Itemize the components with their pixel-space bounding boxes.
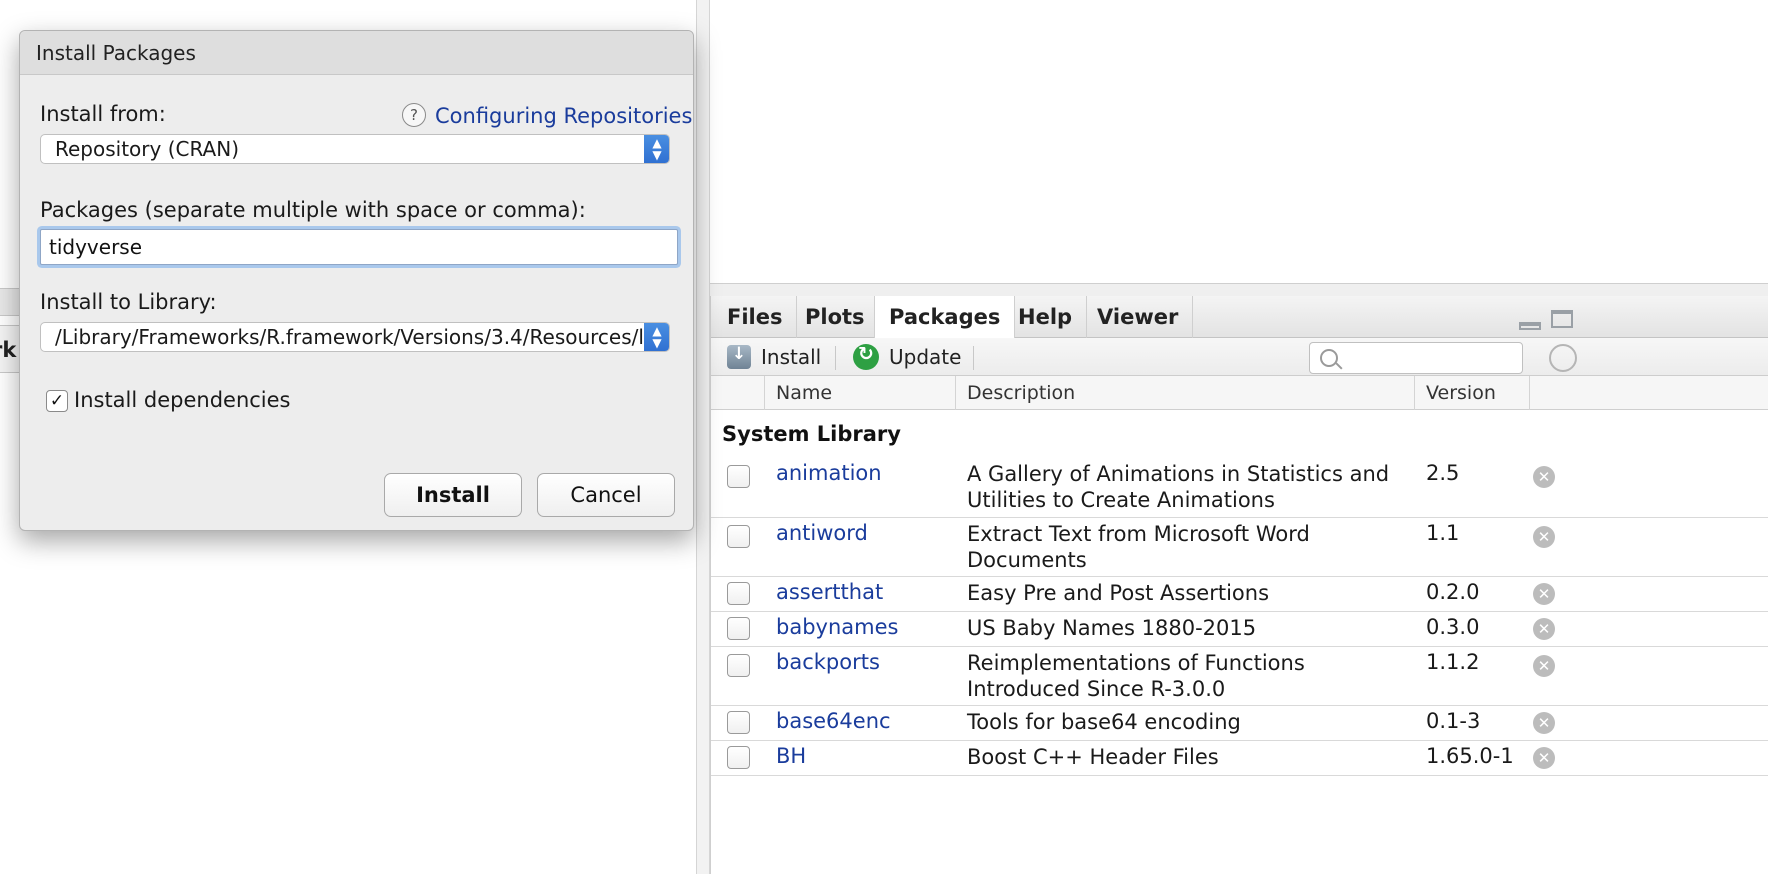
pane-splitter-horizontal[interactable] bbox=[710, 284, 1768, 296]
install-packages-label: Install bbox=[761, 345, 822, 369]
package-load-checkbox[interactable] bbox=[727, 617, 750, 640]
package-load-checkbox[interactable] bbox=[727, 654, 750, 677]
tab-viewer[interactable]: Viewer bbox=[1083, 296, 1194, 338]
remove-package-icon[interactable]: ✕ bbox=[1533, 712, 1555, 734]
configuring-repositories-link[interactable]: Configuring Repositories bbox=[435, 104, 692, 128]
packages-label: Packages (separate multiple with space o… bbox=[40, 198, 586, 222]
left-pane-tab-partial-label: rk bbox=[0, 338, 17, 362]
maximize-pane-icon[interactable] bbox=[1551, 310, 1573, 328]
table-row: assertthat Easy Pre and Post Assertions … bbox=[711, 577, 1768, 612]
remove-package-icon[interactable]: ✕ bbox=[1533, 583, 1555, 605]
install-dependencies-label[interactable]: Install dependencies bbox=[74, 388, 291, 412]
remove-package-icon[interactable]: ✕ bbox=[1533, 655, 1555, 677]
package-description: Easy Pre and Post Assertions bbox=[967, 581, 1270, 605]
environment-pane bbox=[710, 0, 1768, 284]
remove-package-icon[interactable]: ✕ bbox=[1533, 466, 1555, 488]
remove-package-icon[interactable]: ✕ bbox=[1533, 618, 1555, 640]
install-icon bbox=[727, 344, 751, 369]
package-load-checkbox[interactable] bbox=[727, 582, 750, 605]
package-load-checkbox[interactable] bbox=[727, 465, 750, 488]
packages-input[interactable] bbox=[40, 229, 678, 265]
package-description: A Gallery of Animations in Statistics an… bbox=[967, 462, 1390, 512]
library-path-value: /Library/Frameworks/R.framework/Versions… bbox=[55, 325, 670, 349]
update-icon bbox=[853, 343, 879, 370]
package-name-link[interactable]: backports bbox=[776, 650, 880, 674]
library-select[interactable]: /Library/Frameworks/R.framework/Versions… bbox=[40, 322, 670, 352]
tab-packages[interactable]: Packages bbox=[874, 296, 1016, 339]
package-load-checkbox[interactable] bbox=[727, 711, 750, 734]
install-from-value: Repository (CRAN) bbox=[55, 137, 240, 161]
install-from-label: Install from: bbox=[40, 102, 166, 126]
column-header-actions bbox=[1529, 376, 1569, 410]
tab-plots[interactable]: Plots bbox=[791, 296, 880, 338]
package-description: Boost C++ Header Files bbox=[967, 745, 1219, 769]
search-icon bbox=[1320, 349, 1338, 367]
cancel-button[interactable]: Cancel bbox=[537, 473, 675, 517]
column-header-description[interactable]: Description bbox=[955, 376, 1414, 410]
package-version: 1.1 bbox=[1426, 521, 1460, 545]
pane-tabbar: Files Plots Packages Help Viewer bbox=[711, 296, 1768, 339]
package-version: 0.3.0 bbox=[1426, 615, 1480, 639]
package-name-link[interactable]: base64enc bbox=[776, 709, 891, 733]
toolbar-separator bbox=[973, 346, 974, 370]
tab-files[interactable]: Files bbox=[713, 296, 798, 338]
install-packages-button[interactable]: Install bbox=[727, 338, 821, 376]
package-description: Tools for base64 encoding bbox=[967, 710, 1241, 734]
package-name-link[interactable]: assertthat bbox=[776, 580, 883, 604]
remove-package-icon[interactable]: ✕ bbox=[1533, 526, 1555, 548]
package-description: US Baby Names 1880-2015 bbox=[967, 616, 1257, 640]
table-row: BH Boost C++ Header Files 1.65.0-1 ✕ bbox=[711, 741, 1768, 776]
package-description: Reimplementations of Functions Introduce… bbox=[967, 651, 1305, 701]
help-icon[interactable]: ? bbox=[402, 103, 426, 127]
update-packages-label: Update bbox=[889, 345, 962, 369]
package-name-link[interactable]: babynames bbox=[776, 615, 898, 639]
package-name-link[interactable]: antiword bbox=[776, 521, 868, 545]
packages-toolbar: Install Update bbox=[711, 338, 1768, 376]
package-search-input[interactable] bbox=[1309, 342, 1523, 374]
table-header: Name Description Version bbox=[711, 376, 1768, 410]
toolbar-separator bbox=[835, 346, 836, 370]
table-row: backports Reimplementations of Functions… bbox=[711, 647, 1768, 706]
column-header-name[interactable]: Name bbox=[764, 376, 955, 410]
package-version: 2.5 bbox=[1426, 461, 1460, 485]
install-to-library-label: Install to Library: bbox=[40, 290, 217, 314]
package-load-checkbox[interactable] bbox=[727, 746, 750, 769]
package-version: 1.65.0-1 bbox=[1426, 744, 1514, 768]
table-row: antiword Extract Text from Microsoft Wor… bbox=[711, 518, 1768, 577]
remove-package-icon[interactable]: ✕ bbox=[1533, 747, 1555, 769]
package-name-link[interactable]: BH bbox=[776, 744, 806, 768]
update-packages-button[interactable]: Update bbox=[853, 338, 961, 376]
table-row: animation A Gallery of Animations in Sta… bbox=[711, 458, 1768, 518]
column-header-version[interactable]: Version bbox=[1414, 376, 1529, 410]
package-version: 0.2.0 bbox=[1426, 580, 1480, 604]
refresh-icon[interactable] bbox=[1549, 344, 1577, 372]
package-load-checkbox[interactable] bbox=[727, 525, 750, 548]
install-packages-dialog: Install Packages Install from: ? Configu… bbox=[19, 30, 694, 531]
select-arrows-icon: ▲ ▼ bbox=[644, 135, 669, 163]
package-description: Extract Text from Microsoft Word Documen… bbox=[967, 522, 1310, 572]
package-name-link[interactable]: animation bbox=[776, 461, 882, 485]
table-row: babynames US Baby Names 1880-2015 0.3.0 … bbox=[711, 612, 1768, 647]
packages-pane: Files Plots Packages Help Viewer Install… bbox=[710, 296, 1768, 874]
tab-help[interactable]: Help bbox=[1004, 296, 1088, 338]
table-row: base64enc Tools for base64 encoding 0.1-… bbox=[711, 706, 1768, 741]
select-arrows-icon: ▲ ▼ bbox=[644, 323, 669, 351]
package-version: 0.1-3 bbox=[1426, 709, 1481, 733]
dialog-title[interactable]: Install Packages bbox=[20, 31, 693, 75]
pane-splitter[interactable] bbox=[696, 0, 710, 874]
install-dependencies-checkbox[interactable]: ✓ bbox=[46, 390, 68, 412]
package-version: 1.1.2 bbox=[1426, 650, 1480, 674]
install-button[interactable]: Install bbox=[384, 473, 522, 517]
minimize-pane-icon[interactable] bbox=[1519, 322, 1541, 330]
section-system-library: System Library bbox=[722, 422, 901, 446]
install-from-select[interactable]: Repository (CRAN) ▲ ▼ bbox=[40, 134, 670, 164]
